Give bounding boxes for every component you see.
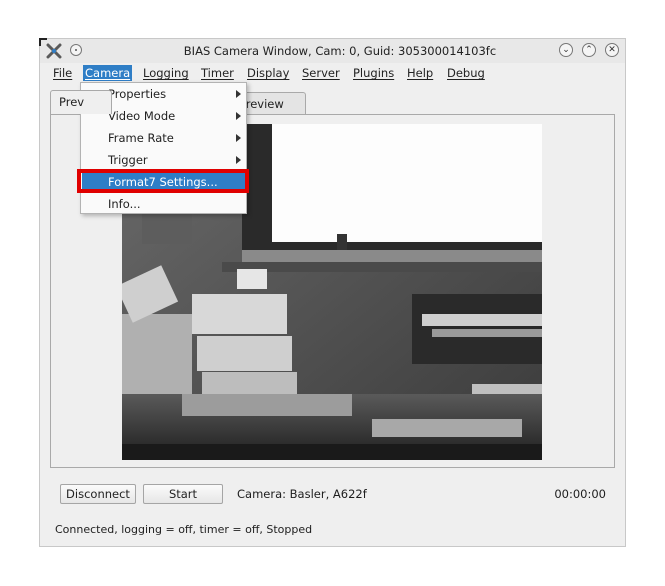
- menu-item-format7-settings-label: Format7 Settings...: [108, 175, 218, 189]
- start-button[interactable]: Start: [143, 484, 223, 504]
- submenu-arrow-icon: [236, 90, 241, 98]
- menu-item-trigger-label: Trigger: [108, 153, 148, 167]
- menu-plugins[interactable]: Plugins: [351, 65, 396, 81]
- submenu-arrow-icon: [236, 134, 241, 142]
- menu-item-info[interactable]: Info...: [82, 193, 245, 215]
- tab-preview-label: Prev: [59, 95, 85, 109]
- submenu-arrow-icon: [236, 156, 241, 164]
- camera-info-label: Camera: Basler, A622f: [237, 487, 367, 501]
- menu-item-frame-rate[interactable]: Frame Rate: [82, 127, 245, 149]
- menu-display[interactable]: Display: [245, 65, 291, 81]
- menu-item-video-mode-label: Video Mode: [108, 109, 176, 123]
- timer-display: 00:00:00: [554, 487, 606, 501]
- minimize-icon[interactable]: ⌄: [559, 43, 573, 57]
- menu-item-format7-settings[interactable]: Format7 Settings...: [82, 171, 245, 193]
- tab-second-preview[interactable]: Preview: [239, 92, 306, 114]
- menu-server[interactable]: Server: [300, 65, 342, 81]
- tab-preview[interactable]: Prev: [50, 90, 112, 114]
- menu-bar: File Camera Logging Timer Display Server…: [40, 63, 625, 83]
- menu-item-info-label: Info...: [108, 197, 141, 211]
- menu-item-trigger[interactable]: Trigger: [82, 149, 245, 171]
- disconnect-button[interactable]: Disconnect: [60, 484, 136, 504]
- submenu-arrow-icon: [236, 112, 241, 120]
- close-icon[interactable]: ✕: [605, 43, 619, 57]
- menu-timer[interactable]: Timer: [199, 65, 236, 81]
- control-bar: Disconnect Start Camera: Basler, A622f 0…: [40, 479, 625, 546]
- menu-help[interactable]: Help: [405, 65, 435, 81]
- pin-icon[interactable]: [70, 44, 82, 56]
- menu-file[interactable]: File: [51, 65, 74, 81]
- menu-item-properties-label: Properties: [108, 87, 167, 101]
- menu-debug[interactable]: Debug: [445, 65, 487, 81]
- bias-app-icon: [46, 43, 62, 59]
- maximize-icon[interactable]: ⌃: [582, 43, 596, 57]
- menu-item-frame-rate-label: Frame Rate: [108, 131, 174, 145]
- window-title: BIAS Camera Window, Cam: 0, Guid: 305300…: [183, 44, 497, 58]
- menu-camera[interactable]: Camera: [83, 65, 133, 81]
- status-bar-text: Connected, logging = off, timer = off, S…: [55, 523, 313, 536]
- title-bar[interactable]: BIAS Camera Window, Cam: 0, Guid: 305300…: [40, 39, 625, 63]
- menu-logging[interactable]: Logging: [141, 65, 191, 81]
